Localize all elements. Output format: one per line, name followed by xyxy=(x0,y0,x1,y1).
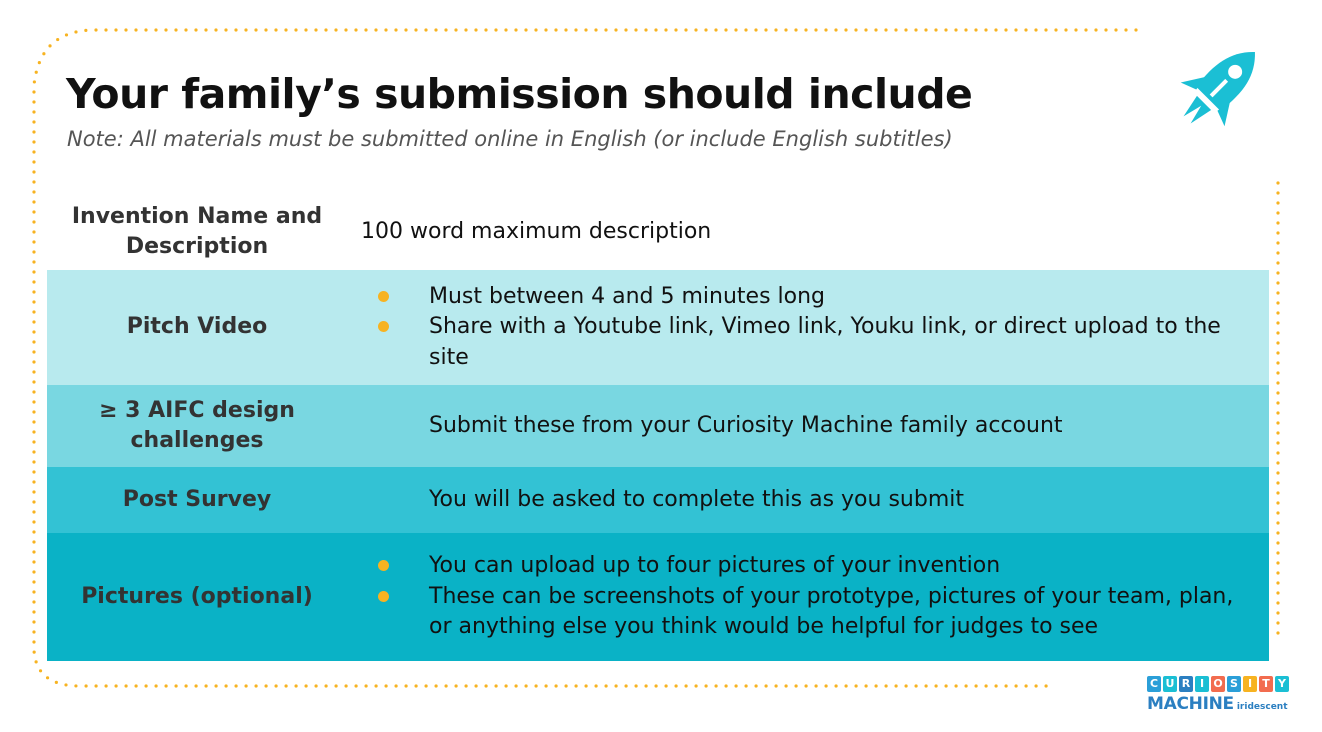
list-item-text: Must between 4 and 5 minutes long xyxy=(429,283,826,309)
list-item: These can be screenshots of your prototy… xyxy=(347,582,1269,643)
list-item-text: Share with a Youtube link, Vimeo link, Y… xyxy=(429,314,1221,370)
logo-letter: R xyxy=(1179,676,1193,692)
logo-wordmark: MACHINE xyxy=(1147,694,1234,714)
list-item-text: You can upload up to four pictures of yo… xyxy=(429,553,1001,579)
submission-table: Invention Name and Description 100 word … xyxy=(47,194,1269,661)
bullet-icon xyxy=(378,590,389,602)
bullet-icon xyxy=(378,321,389,333)
logo-letter: I xyxy=(1243,676,1257,692)
logo-letter: I xyxy=(1195,676,1209,692)
row-text: Submit these from your Curiosity Machine… xyxy=(429,412,1063,438)
table-row: ≥ 3 AIFC design challenges Submit these … xyxy=(47,385,1269,467)
list-item: You can upload up to four pictures of yo… xyxy=(347,551,1269,581)
logo-letter: S xyxy=(1227,676,1241,692)
list-item: Must between 4 and 5 minutes long xyxy=(347,282,1269,312)
table-row: Invention Name and Description 100 word … xyxy=(47,194,1269,270)
table-row: Pictures (optional) You can upload up to… xyxy=(47,533,1269,661)
row-text: You will be asked to complete this as yo… xyxy=(429,486,964,512)
bullet-list: Must between 4 and 5 minutes long Share … xyxy=(347,282,1269,373)
row-label: Pitch Video xyxy=(126,314,268,340)
row-label: Invention Name and Description xyxy=(71,203,323,259)
logo-subbrand: iridescent xyxy=(1236,702,1288,712)
bullet-icon xyxy=(378,560,389,572)
logo-letter: U xyxy=(1163,676,1177,692)
list-item-text: These can be screenshots of your prototy… xyxy=(429,583,1234,640)
table-row: Post Survey You will be asked to complet… xyxy=(47,467,1269,533)
row-label: ≥ 3 AIFC design challenges xyxy=(99,397,295,453)
row-text: 100 word maximum description xyxy=(361,218,712,244)
bullet-icon xyxy=(378,290,389,302)
row-label: Pictures (optional) xyxy=(81,583,313,609)
logo-letter: O xyxy=(1211,676,1225,692)
row-label: Post Survey xyxy=(122,486,272,512)
bullet-list: You can upload up to four pictures of yo… xyxy=(347,551,1269,642)
curiosity-machine-logo: C U R I O S I T Y MACHINE iridescent xyxy=(1147,676,1299,718)
list-item: Share with a Youtube link, Vimeo link, Y… xyxy=(347,312,1269,373)
logo-letter: T xyxy=(1259,676,1273,692)
page-title: Your family’s submission should include xyxy=(66,70,973,118)
page-note: Note: All materials must be submitted on… xyxy=(67,127,953,151)
rocket-icon xyxy=(1180,52,1255,127)
table-row: Pitch Video Must between 4 and 5 minutes… xyxy=(47,270,1269,385)
logo-letters: C U R I O S I T Y xyxy=(1147,676,1299,692)
logo-letter: Y xyxy=(1275,676,1289,692)
logo-letter: C xyxy=(1147,676,1161,692)
